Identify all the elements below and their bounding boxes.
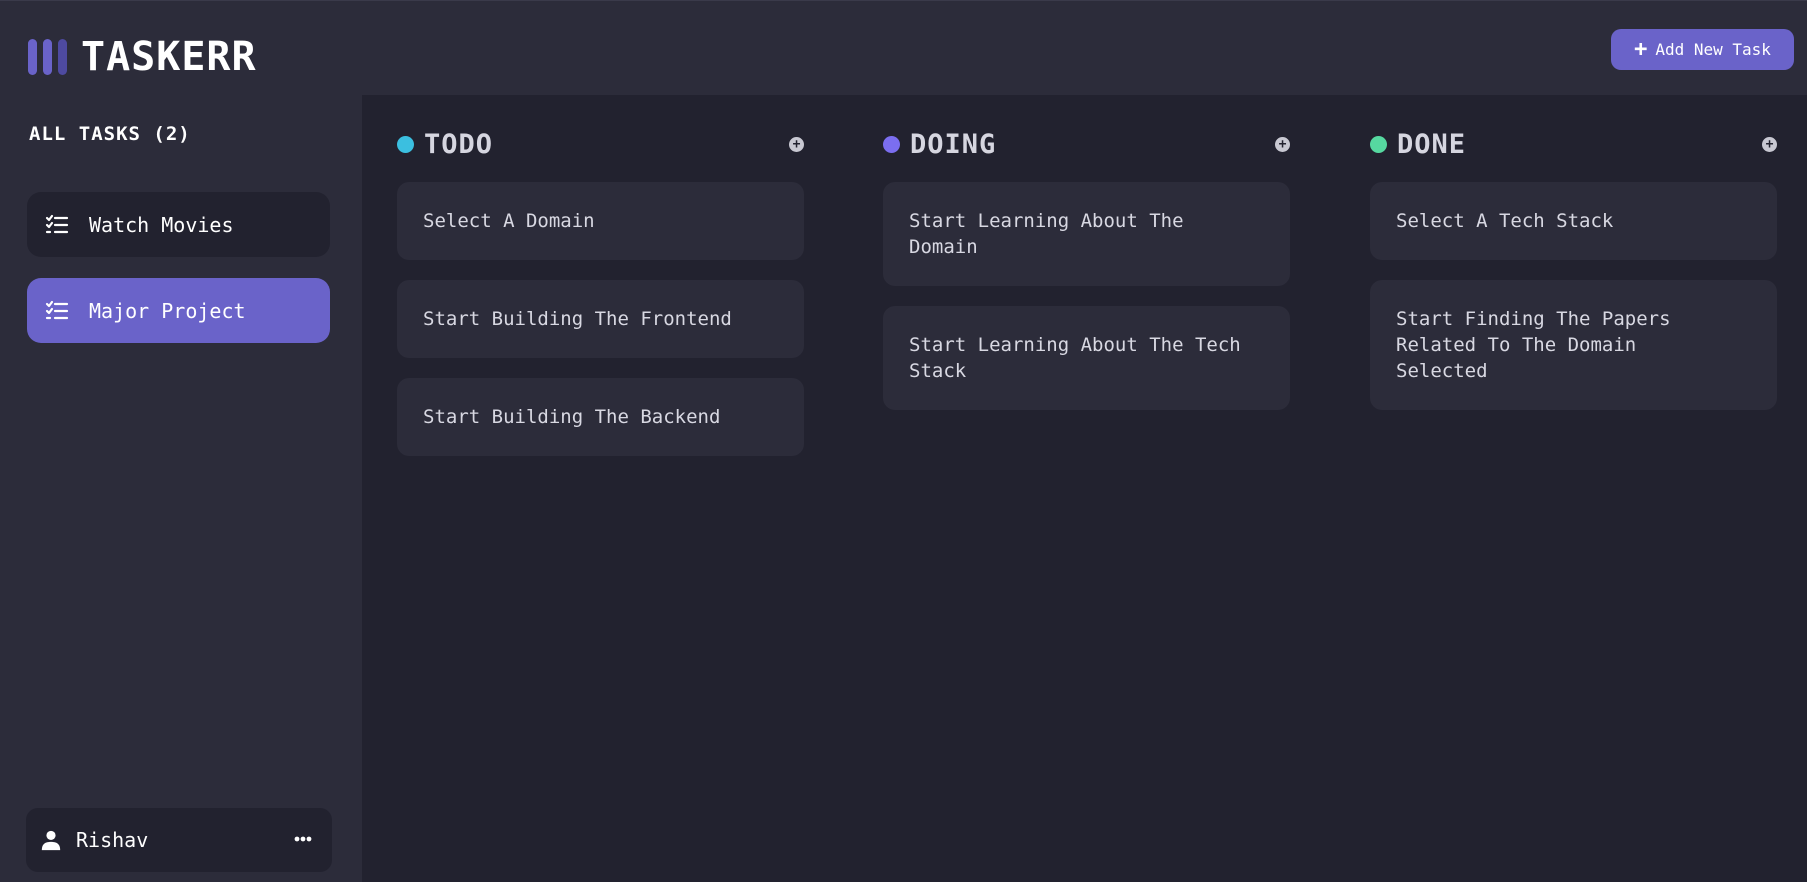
plus-circle-icon[interactable]: + <box>789 137 804 152</box>
column-header: DOING + <box>883 125 1290 163</box>
user-card[interactable]: Rishav <box>26 808 332 872</box>
column-done: DONE + Select A Tech Stack Start Finding… <box>1370 125 1777 430</box>
add-new-task-label: Add New Task <box>1655 40 1771 59</box>
task-card[interactable]: Start Learning About The Tech Stack <box>883 306 1290 410</box>
task-card[interactable]: Start Finding The Papers Related To The … <box>1370 280 1777 410</box>
column-title: DOING <box>910 128 997 160</box>
card-list: Start Learning About The Domain Start Le… <box>883 182 1290 410</box>
checklist-icon <box>45 300 69 319</box>
task-card[interactable]: Select A Domain <box>397 182 804 260</box>
header: TASKERR + Add New Task <box>0 0 1807 95</box>
plus-circle-icon[interactable]: + <box>1275 137 1290 152</box>
sidebar-item-label: Watch Movies <box>89 212 234 237</box>
task-card[interactable]: Start Learning About The Domain <box>883 182 1290 286</box>
card-list: Select A Tech Stack Start Finding The Pa… <box>1370 182 1777 410</box>
sidebar-item-watch-movies[interactable]: Watch Movies <box>27 192 330 257</box>
sidebar-item-major-project[interactable]: Major Project <box>27 278 330 343</box>
column-status-dot <box>1370 135 1387 153</box>
column-doing: DOING + Start Learning About The Domain … <box>883 125 1290 430</box>
user-name: Rishav <box>76 828 149 852</box>
logo-text: TASKERR <box>81 34 257 80</box>
user-icon <box>41 830 61 851</box>
all-tasks-heading: ALL TASKS (2) <box>29 123 191 145</box>
checklist-icon <box>45 214 69 233</box>
logo-bars-icon <box>28 39 67 75</box>
column-header: TODO + <box>397 125 804 163</box>
logo[interactable]: TASKERR <box>28 34 257 80</box>
add-new-task-button[interactable]: + Add New Task <box>1611 29 1794 70</box>
column-title: TODO <box>424 128 494 160</box>
sidebar-item-label: Major Project <box>89 298 246 323</box>
ellipsis-icon[interactable] <box>290 826 316 852</box>
column-status-dot <box>883 135 900 153</box>
plus-icon: + <box>1634 36 1648 62</box>
card-list: Select A Domain Start Building The Front… <box>397 182 804 456</box>
task-card[interactable]: Select A Tech Stack <box>1370 182 1777 260</box>
sidebar: ALL TASKS (2) Watch Movies Major Project… <box>0 95 362 882</box>
app: TASKERR + Add New Task ALL TASKS (2) Wat… <box>0 0 1807 882</box>
task-card[interactable]: Start Building The Frontend <box>397 280 804 358</box>
task-card[interactable]: Start Building The Backend <box>397 378 804 456</box>
column-title: DONE <box>1397 128 1467 160</box>
column-status-dot <box>397 135 414 153</box>
column-todo: TODO + Select A Domain Start Building Th… <box>397 125 804 476</box>
column-header: DONE + <box>1370 125 1777 163</box>
plus-circle-icon[interactable]: + <box>1762 137 1777 152</box>
